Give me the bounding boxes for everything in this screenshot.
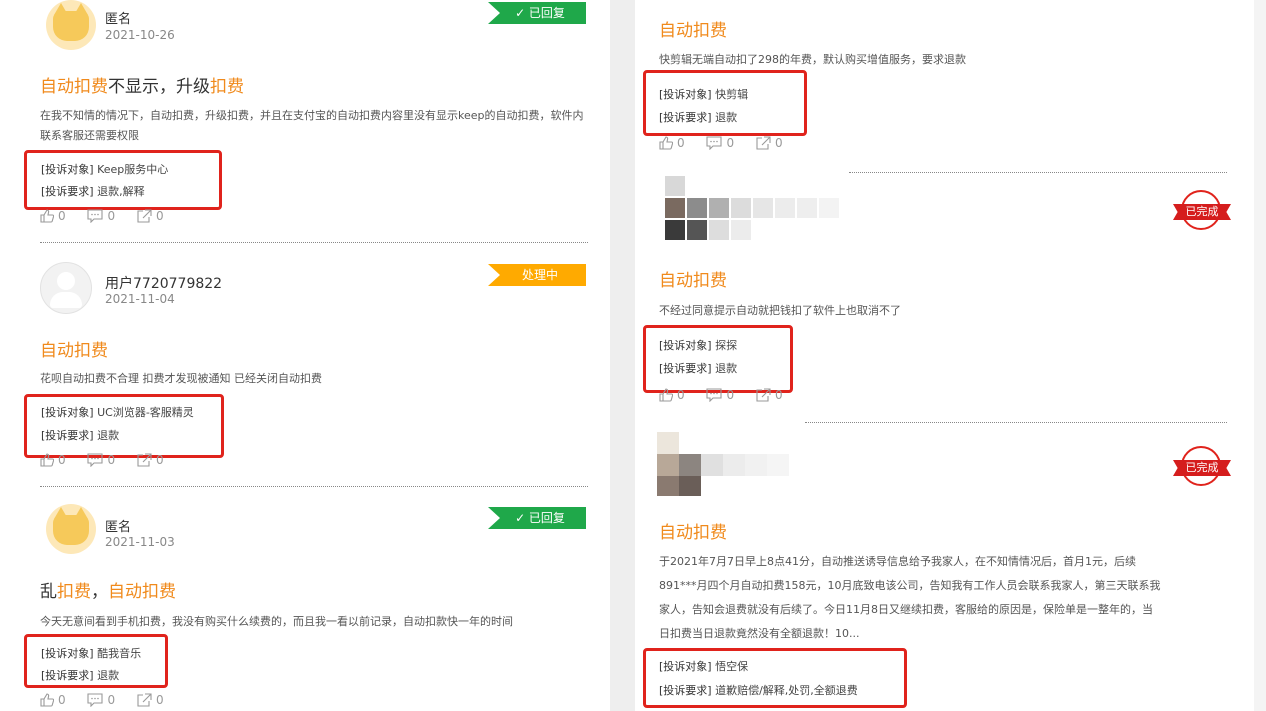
title-keyword: 扣费 bbox=[57, 582, 91, 602]
complaint-description-line: 于2021年7月7日早上8点41分，自动推送诱导信息给予我家人，在不知情情况后，… bbox=[659, 555, 1136, 568]
share-button[interactable]: 0 bbox=[756, 388, 783, 402]
avatar-user-icon bbox=[40, 262, 92, 314]
complaint-description: 快剪辑无端自动扣了298的年费，默认购买增值服务，要求退款 bbox=[659, 53, 966, 66]
comment-button[interactable]: 0 bbox=[706, 136, 734, 150]
avatar-cat-icon bbox=[46, 0, 96, 50]
complaint-description: 不经过同意提示自动就把钱扣了软件上也取消不了 bbox=[659, 304, 901, 317]
action-bar: 0 0 0 bbox=[40, 453, 182, 470]
title-text: 乱 bbox=[40, 582, 57, 602]
scrollbar-track[interactable] bbox=[1254, 0, 1266, 711]
complaint-title[interactable]: 自动扣费 bbox=[659, 518, 727, 543]
share-icon bbox=[756, 388, 771, 402]
complaint-title[interactable]: 乱扣费，自动扣费 bbox=[40, 577, 176, 602]
status-badge-processing: 处理中 bbox=[488, 264, 586, 286]
blurred-avatar bbox=[665, 176, 839, 240]
complaint-description-line: 家人，告知会退费就没有后续了。今日11月8日又继续扣费，客服给的原因是，保险单是… bbox=[659, 603, 1153, 616]
status-badge-replied: ✓ 已回复 bbox=[488, 2, 586, 24]
blurred-avatar bbox=[657, 432, 789, 496]
comment-icon bbox=[706, 136, 723, 150]
highlight-box bbox=[24, 634, 168, 688]
left-column: 匿名 2021-10-26 ✓ 已回复 自动扣费不显示，升级扣费 在我不知情的情… bbox=[0, 0, 610, 711]
like-icon bbox=[659, 136, 673, 150]
comment-button[interactable]: 0 bbox=[706, 388, 734, 402]
action-bar: 0 0 0 bbox=[659, 388, 801, 405]
complaint-description: 今天无意间看到手机扣费，我没有购买什么续费的，而且我一看以前记录，自动扣款快一年… bbox=[40, 615, 513, 628]
share-icon bbox=[137, 209, 152, 223]
comment-button[interactable]: 0 bbox=[87, 693, 115, 707]
avatar-cat-icon bbox=[46, 504, 96, 554]
post-date: 2021-10-26 bbox=[105, 28, 175, 42]
highlight-box bbox=[24, 150, 222, 210]
complaint-title[interactable]: 自动扣费 bbox=[659, 266, 727, 291]
card-divider bbox=[40, 242, 588, 243]
complaint-title[interactable]: 自动扣费 bbox=[659, 16, 727, 41]
comment-button[interactable]: 0 bbox=[87, 453, 115, 467]
user-name: 用户7720779822 bbox=[105, 276, 223, 292]
post-date: 2021-11-03 bbox=[105, 535, 175, 549]
like-button[interactable]: 0 bbox=[659, 388, 685, 402]
title-keyword: 自动扣费 bbox=[40, 77, 108, 97]
title-text: ， bbox=[91, 582, 108, 602]
share-button[interactable]: 0 bbox=[756, 136, 783, 150]
share-button[interactable]: 0 bbox=[137, 453, 164, 467]
card-divider bbox=[849, 172, 1227, 173]
action-bar: 0 0 0 bbox=[40, 209, 182, 226]
highlight-box bbox=[643, 70, 807, 136]
complaint-description-line: 891***月四个月自动扣费158元，10月底致电该公司，告知我有工作人员会联系… bbox=[659, 579, 1161, 592]
comment-icon bbox=[87, 453, 104, 467]
status-badge-replied: ✓ 已回复 bbox=[488, 507, 586, 529]
share-button[interactable]: 0 bbox=[137, 693, 164, 707]
like-icon bbox=[40, 209, 54, 223]
like-icon bbox=[659, 388, 673, 402]
like-icon bbox=[40, 693, 54, 707]
post-date: 2021-11-04 bbox=[105, 292, 175, 306]
share-icon bbox=[756, 136, 771, 150]
card-divider bbox=[40, 486, 588, 487]
comment-icon bbox=[87, 209, 104, 223]
like-button[interactable]: 0 bbox=[40, 209, 66, 223]
card-divider bbox=[805, 422, 1227, 423]
complaint-description: 花呗自动扣费不合理 扣费才发现被通知 已经关闭自动扣费 bbox=[40, 372, 322, 385]
user-name: 匿名 bbox=[105, 520, 132, 535]
comment-button[interactable]: 0 bbox=[87, 209, 115, 223]
share-button[interactable]: 0 bbox=[137, 209, 164, 223]
like-button[interactable]: 0 bbox=[659, 136, 685, 150]
action-bar: 0 0 0 bbox=[40, 693, 182, 710]
like-icon bbox=[40, 453, 54, 467]
completed-stamp-icon: 已完成 bbox=[1173, 190, 1231, 240]
title-keyword: 自动扣费 bbox=[108, 582, 176, 602]
complaint-description-line: 日扣费当日退款竟然没有全额退款！10... bbox=[659, 627, 860, 640]
title-text: 不显示，升级 bbox=[108, 77, 210, 97]
highlight-box bbox=[643, 325, 793, 393]
complaint-title[interactable]: 自动扣费 bbox=[40, 336, 108, 361]
comment-icon bbox=[706, 388, 723, 402]
completed-stamp-icon: 已完成 bbox=[1173, 446, 1231, 496]
like-button[interactable]: 0 bbox=[40, 453, 66, 467]
comment-icon bbox=[87, 693, 104, 707]
column-gap bbox=[610, 0, 635, 711]
like-button[interactable]: 0 bbox=[40, 693, 66, 707]
complaint-description: 在我不知情的情况下，自动扣费，升级扣费，并且在支付宝的自动扣费内容里没有显示ke… bbox=[40, 109, 584, 142]
share-icon bbox=[137, 693, 152, 707]
right-column: 自动扣费 快剪辑无端自动扣了298的年费，默认购买增值服务，要求退款 [投诉对象… bbox=[635, 0, 1254, 711]
highlight-box bbox=[643, 648, 907, 708]
title-keyword: 扣费 bbox=[210, 77, 244, 97]
action-bar: 0 0 0 bbox=[659, 136, 801, 153]
complaint-title[interactable]: 自动扣费不显示，升级扣费 bbox=[40, 72, 244, 97]
user-name: 匿名 bbox=[105, 12, 132, 27]
share-icon bbox=[137, 453, 152, 467]
highlight-box bbox=[24, 394, 224, 458]
